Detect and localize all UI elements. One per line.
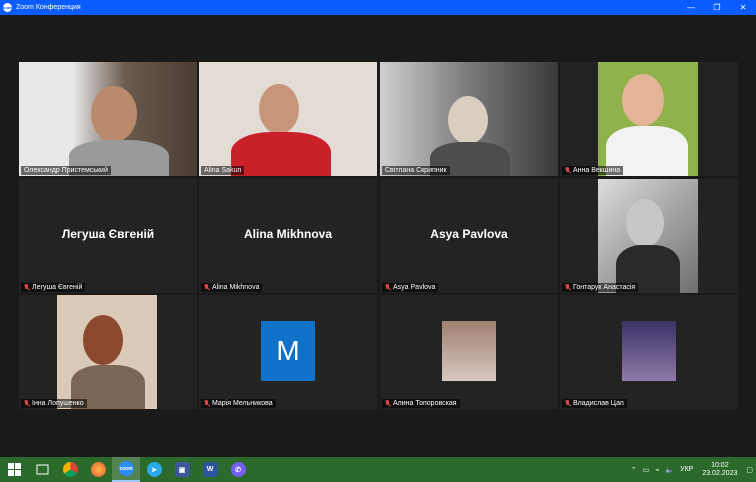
participant-tile[interactable]: Легуша Євгеній Легуша Євгеній bbox=[19, 179, 197, 293]
clock-time: 10:02 bbox=[711, 461, 729, 469]
participant-display-name: Alina Mikhnova bbox=[243, 227, 332, 241]
windows-start-button[interactable] bbox=[0, 457, 28, 482]
participant-display-name: Asya Pavlova bbox=[430, 227, 508, 241]
participant-name: Алина Топоровская bbox=[382, 399, 460, 408]
taskbar: zoom ➤ ▣ W ✆ ⌃ ▭ ⌁ 🔈 УКР 10:02 23.02.202… bbox=[0, 457, 756, 482]
participant-sweater bbox=[231, 132, 331, 176]
participant-hair bbox=[83, 315, 123, 365]
viber-icon: ✆ bbox=[230, 462, 246, 477]
network-icon[interactable]: ⌁ bbox=[655, 466, 659, 474]
word-icon: W bbox=[202, 462, 218, 477]
participant-name: Alina Mikhnova bbox=[201, 283, 263, 292]
close-button[interactable]: ✕ bbox=[730, 3, 756, 12]
windows-icon bbox=[7, 463, 21, 476]
participant-name: Владислав Цап bbox=[562, 399, 627, 408]
participant-avatar bbox=[622, 321, 676, 381]
participant-face bbox=[448, 96, 488, 144]
mic-muted-icon bbox=[565, 167, 571, 174]
participant-tile[interactable]: Asya Pavlova Asya Pavlova bbox=[380, 179, 558, 293]
telegram-icon: ➤ bbox=[146, 462, 162, 477]
window-title: Zoom Конференция bbox=[16, 4, 81, 11]
mic-muted-icon bbox=[565, 400, 571, 407]
volume-icon[interactable]: 🔈 bbox=[665, 466, 674, 474]
zoom-icon: zoom bbox=[118, 461, 134, 476]
title-bar: zoom Zoom Конференция — ❐ ✕ bbox=[0, 0, 756, 15]
participant-tile[interactable]: Анна Векшина bbox=[560, 62, 738, 176]
save-icon: ▣ bbox=[174, 462, 190, 477]
participant-face bbox=[622, 74, 664, 126]
restore-button[interactable]: ❐ bbox=[704, 3, 730, 12]
participant-face bbox=[259, 84, 299, 134]
participant-name: Олександр Пристемський bbox=[21, 166, 111, 175]
firefox-icon bbox=[90, 462, 106, 477]
save-button[interactable]: ▣ bbox=[168, 457, 196, 482]
word-button[interactable]: W bbox=[196, 457, 224, 482]
participant-tile[interactable]: Світлана Скрипник bbox=[380, 62, 558, 176]
participant-tile[interactable]: M Марія Мельникова bbox=[199, 295, 377, 409]
participant-name: Alina Sakun bbox=[201, 166, 245, 175]
zoom-logo-icon: zoom bbox=[2, 3, 13, 12]
participant-name: Легуша Євгеній bbox=[21, 283, 86, 292]
participant-face bbox=[626, 199, 664, 247]
minimize-button[interactable]: — bbox=[678, 3, 704, 12]
participant-tile[interactable]: Гонтарук Анастасія bbox=[560, 179, 738, 293]
participant-display-name: Легуша Євгеній bbox=[61, 227, 155, 241]
participant-avatar: M bbox=[261, 321, 315, 381]
clock-date: 23.02.2023 bbox=[702, 469, 738, 477]
participant-name: Інна Лопушенко bbox=[21, 399, 87, 408]
mic-muted-icon bbox=[385, 284, 391, 291]
keyboard-language[interactable]: УКР bbox=[680, 466, 693, 473]
participant-tile[interactable]: Інна Лопушенко bbox=[19, 295, 197, 409]
viber-button[interactable]: ✆ bbox=[224, 457, 252, 482]
chevron-up-icon[interactable]: ⌃ bbox=[631, 466, 637, 474]
zoom-button[interactable]: zoom bbox=[112, 457, 140, 482]
participant-tile[interactable]: Alina Sakun bbox=[199, 62, 377, 176]
mic-muted-icon bbox=[24, 284, 30, 291]
mic-muted-icon bbox=[204, 284, 210, 291]
participant-tile[interactable]: Олександр Пристемський bbox=[19, 62, 197, 176]
participant-tile[interactable]: Владислав Цап bbox=[560, 295, 738, 409]
clock[interactable]: 10:02 23.02.2023 bbox=[702, 462, 737, 478]
mic-muted-icon bbox=[385, 400, 391, 407]
participant-tile[interactable]: Alina Mikhnova Alina Mikhnova bbox=[199, 179, 377, 293]
mic-muted-icon bbox=[24, 400, 30, 407]
participant-name: Asya Pavlova bbox=[382, 283, 439, 292]
participant-name: Анна Векшина bbox=[562, 166, 624, 175]
battery-icon[interactable]: ▭ bbox=[643, 466, 650, 474]
telegram-button[interactable]: ➤ bbox=[140, 457, 168, 482]
chrome-icon bbox=[62, 462, 78, 477]
participant-face bbox=[91, 86, 137, 142]
gallery-view: Олександр Пристемський Alina Sakun Світл… bbox=[0, 15, 756, 457]
participant-avatar bbox=[442, 321, 496, 381]
task-view-button[interactable] bbox=[28, 457, 56, 482]
firefox-button[interactable] bbox=[84, 457, 112, 482]
notification-icon[interactable]: ▢ bbox=[746, 466, 753, 474]
system-tray: ⌃ ▭ ⌁ 🔈 УКР 10:02 23.02.2023 ▢ bbox=[628, 457, 756, 482]
participant-tile[interactable]: Алина Топоровская bbox=[380, 295, 558, 409]
participant-name: Марія Мельникова bbox=[201, 399, 276, 408]
mic-muted-icon bbox=[565, 284, 571, 291]
chrome-button[interactable] bbox=[56, 457, 84, 482]
mic-muted-icon bbox=[204, 400, 210, 407]
participant-name: Світлана Скрипник bbox=[382, 166, 450, 175]
task-view-icon bbox=[36, 464, 48, 475]
participant-name: Гонтарук Анастасія bbox=[562, 283, 639, 292]
